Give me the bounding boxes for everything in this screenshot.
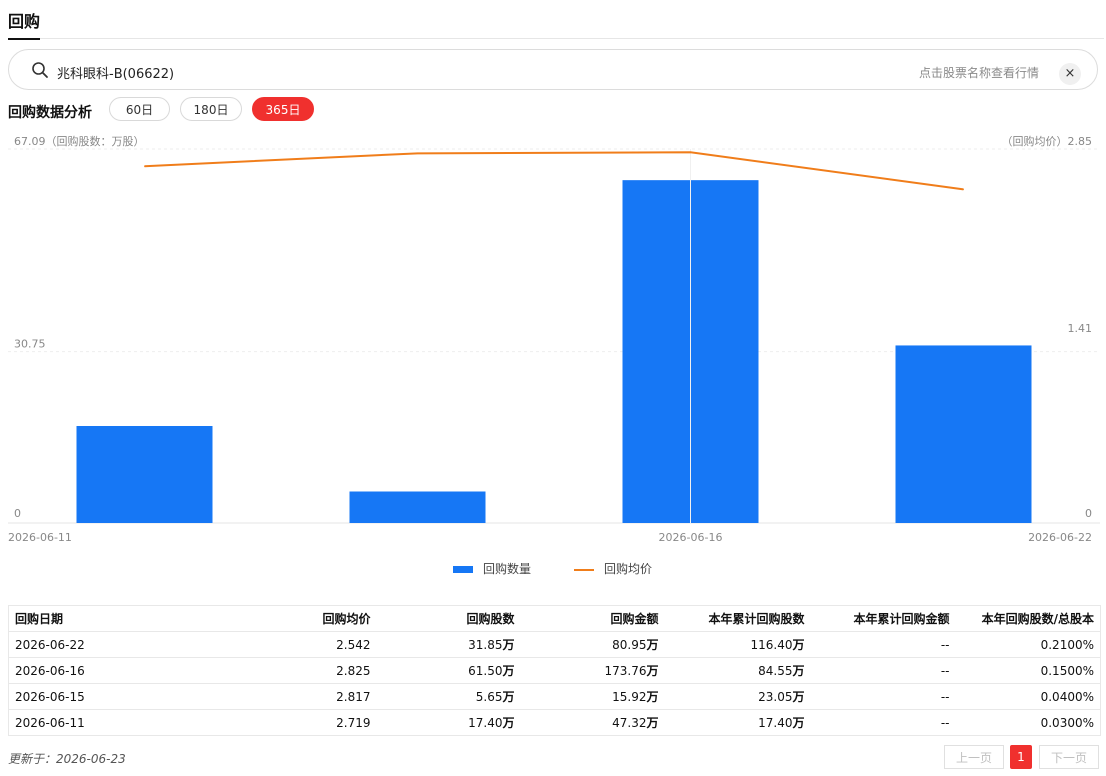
range-365-button[interactable]: 365日	[252, 97, 314, 121]
x-tick-end: 2026-06-22	[1028, 531, 1092, 544]
cell-amount: 173.76万	[520, 657, 665, 684]
clear-search-button[interactable]: ×	[1059, 63, 1081, 85]
cell-date: 2026-06-15	[8, 683, 149, 710]
cell-date: 2026-06-22	[8, 631, 149, 658]
x-tick-start: 2026-06-11	[8, 531, 72, 544]
chart-svg: 67.09（回购股数：万股） （回购均价）2.85 30.75 0 1.41 0 2026-…	[8, 134, 1100, 544]
legend-line-swatch	[574, 569, 594, 571]
cell-shares: 61.50万	[376, 657, 521, 684]
range-180-button[interactable]: 180日	[180, 97, 242, 121]
search-input[interactable]: 兆科眼科-B(06622)	[57, 63, 174, 82]
price-point-2026-06-22	[963, 188, 964, 190]
price-point-2026-06-11	[144, 165, 145, 167]
left-axis-title: 67.09（回购股数：万股）	[14, 134, 145, 148]
cell-date: 2026-06-11	[8, 709, 149, 736]
cell-shares: 5.65万	[376, 683, 521, 710]
cell-amount: 80.95万	[520, 631, 665, 658]
cell-ytd-shares: 17.40万	[664, 709, 811, 736]
header: 回购	[8, 0, 1104, 40]
cell-ytd-amount: --	[810, 683, 956, 710]
cell-ratio: 0.0400%	[955, 683, 1101, 710]
table-row: 2026-06-16 2.825 61.50万 173.76万 84.55万 -- 0.15…	[8, 657, 1101, 684]
header-amount: 回购金额	[520, 605, 665, 632]
range-60-button[interactable]: 60日	[109, 97, 170, 121]
table-header-row: 回购日期 回购均价 回购股数 回购金额 本年累计回购股数 本年累计回购金额 本年…	[8, 605, 1101, 632]
x-tick-mid: 2026-06-16	[659, 531, 723, 544]
header-price: 回购均价	[148, 605, 377, 632]
cell-ratio: 0.1500%	[955, 657, 1101, 684]
legend-item-price[interactable]: 回购均价	[604, 560, 652, 577]
cell-price: 2.817	[148, 683, 377, 710]
analysis-label: 回购数据分析	[8, 105, 92, 121]
buyback-chart: 67.09（回购股数：万股） （回购均价）2.85 30.75 0 1.41 0 2026-…	[0, 130, 1106, 550]
left-tick-mid: 30.75	[14, 338, 46, 351]
cell-ytd-amount: --	[810, 657, 956, 684]
cell-price: 2.719	[148, 709, 377, 736]
cell-amount: 47.32万	[520, 709, 665, 736]
left-tick-zero: 0	[14, 507, 21, 520]
header-date: 回购日期	[8, 605, 149, 632]
chart-legend: 回购数量 回购均价	[0, 560, 1106, 580]
legend-item-quantity[interactable]: 回购数量	[483, 560, 531, 577]
cell-ytd-amount: --	[810, 631, 956, 658]
prev-page-button[interactable]: 上一页	[944, 745, 1004, 769]
header-shares: 回购股数	[376, 605, 521, 632]
search-hint: 点击股票名称查看行情	[918, 66, 1039, 80]
legend-bar-swatch	[453, 566, 473, 573]
cell-ratio: 0.2100%	[955, 631, 1101, 658]
stock-search-bar[interactable]: 兆科眼科-B(06622) 点击股票名称查看行情 ×	[8, 49, 1098, 90]
cell-shares: 31.85万	[376, 631, 521, 658]
bar-2026-06-22	[895, 345, 1032, 523]
right-tick-zero: 0	[1085, 507, 1092, 520]
pagination: 上一页 1 下一页	[944, 745, 1100, 771]
page-title-tab[interactable]: 回购	[8, 8, 41, 40]
header-ytd-shares: 本年累计回购股数	[664, 605, 811, 632]
cell-ytd-shares: 23.05万	[664, 683, 811, 710]
table-row: 2026-06-11 2.719 17.40万 47.32万 17.40万 -- 0.030…	[8, 709, 1101, 736]
cell-ratio: 0.0300%	[955, 709, 1101, 736]
bar-2026-06-15	[349, 491, 486, 523]
bar-2026-06-11	[76, 426, 213, 523]
search-icon	[32, 62, 48, 78]
cell-price: 2.825	[148, 657, 377, 684]
price-line	[144, 151, 964, 191]
cell-ytd-shares: 116.40万	[664, 631, 811, 658]
next-page-button[interactable]: 下一页	[1039, 745, 1099, 769]
price-point-2026-06-15	[417, 152, 418, 154]
header-ytd-amount: 本年累计回购金额	[810, 605, 956, 632]
cell-shares: 17.40万	[376, 709, 521, 736]
updated-time: 更新于：2026-06-23	[8, 752, 126, 766]
cell-date: 2026-06-16	[8, 657, 149, 684]
cell-price: 2.542	[148, 631, 377, 658]
price-point-2026-06-16	[690, 151, 691, 153]
table-row: 2026-06-15 2.817 5.65万 15.92万 23.05万 -- 0.0400…	[8, 683, 1101, 710]
cell-amount: 15.92万	[520, 683, 665, 710]
table-row: 2026-06-22 2.542 31.85万 80.95万 116.40万 -- 0.21…	[8, 631, 1101, 658]
right-tick-mid: 1.41	[1068, 322, 1093, 335]
page-1-button[interactable]: 1	[1010, 745, 1032, 769]
header-ratio: 本年回购股数/总股本	[955, 605, 1101, 632]
right-axis-title: （回购均价）2.85	[1002, 134, 1093, 148]
cell-ytd-amount: --	[810, 709, 956, 736]
buyback-table: 回购日期 回购均价 回购股数 回购金额 本年累计回购股数 本年累计回购金额 本年…	[8, 605, 1101, 736]
cell-ytd-shares: 84.55万	[664, 657, 811, 684]
